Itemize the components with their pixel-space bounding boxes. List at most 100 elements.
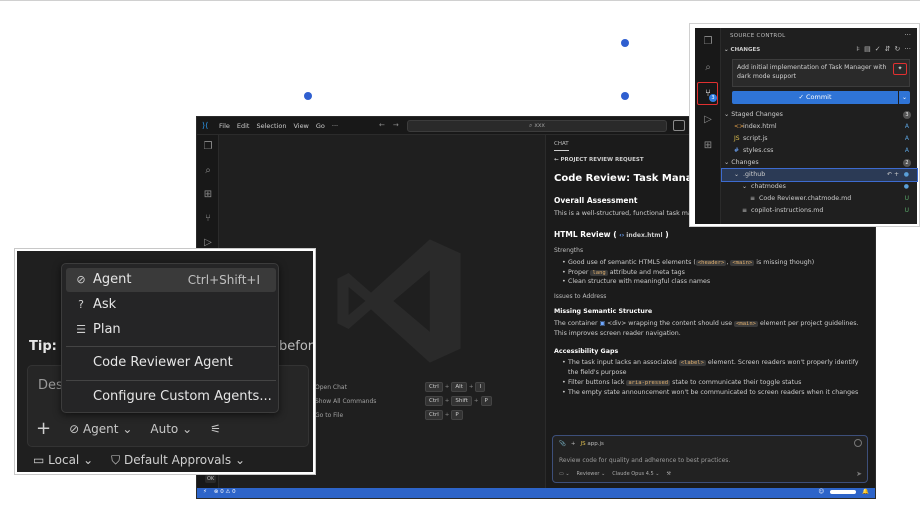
commit-check-icon[interactable]: ✓	[875, 45, 881, 53]
agent-menu-item-agent[interactable]: ⊘ Agent Ctrl+Shift+I	[66, 268, 276, 292]
change-tree-row[interactable]: ⌄ .github ↶ + ●	[721, 168, 918, 182]
staged-changes-header[interactable]: ⌄ Staged Changes 3	[722, 109, 917, 121]
settings-sliders-icon[interactable]: ⚟	[210, 422, 221, 436]
staged-file-row[interactable]: <>index.html A	[722, 121, 917, 133]
tree-entry: ≡ copilot-instructions.md	[742, 205, 823, 217]
menu-item[interactable]: File	[219, 122, 230, 130]
file-status: U	[904, 207, 909, 214]
attach-icon[interactable]: 📎	[559, 441, 566, 447]
mode-icon: ⊘	[76, 273, 86, 286]
chat-tab[interactable]: CHAT	[554, 141, 569, 151]
staged-file-row[interactable]: JS script.js A	[722, 133, 917, 145]
chat-back-label: PROJECT REVIEW REQUEST	[560, 157, 644, 163]
more-icon[interactable]: ···	[904, 45, 911, 53]
model-picker[interactable]: Claude Opus 4.5 ⌄	[612, 471, 659, 477]
local-picker[interactable]: ▭ Local ⌄	[33, 453, 93, 468]
menu-item-label: Code Reviewer Agent	[93, 355, 233, 370]
row-actions: ↶ +	[887, 171, 899, 178]
code-reference[interactable]: ▣ <div>	[600, 320, 627, 327]
approvals-picker[interactable]: ⛉ Default Approvals ⌄	[111, 453, 245, 468]
send-icon[interactable]: ➤	[856, 470, 862, 478]
search-icon[interactable]: ⌕	[702, 62, 714, 74]
auto-picker[interactable]: Auto ⌄	[150, 422, 192, 436]
commit-dropdown-icon[interactable]: ⌄	[899, 91, 910, 104]
change-tree-row[interactable]: ≡ copilot-instructions.md U	[722, 205, 917, 217]
commit-message-input[interactable]: Add initial implementation of Task Manag…	[732, 59, 910, 87]
key-cap: Shift	[451, 396, 472, 406]
problems-indicator[interactable]: ⊗ 0 ⚠ 0	[214, 489, 236, 495]
folder-chevron-icon: ⌄	[734, 171, 740, 178]
source-control-icon[interactable]: ⑂	[202, 213, 214, 225]
menu-item-label: Plan	[93, 322, 121, 337]
change-tree-row[interactable]: ≡ Code Reviewer.chatmode.md U	[722, 193, 917, 205]
tree-entry: ⌄ chatmodes	[742, 181, 786, 193]
file-status: A	[904, 123, 909, 130]
agent-menu-item-code-reviewer[interactable]: Code Reviewer Agent	[66, 351, 276, 375]
menu-item[interactable]: View	[293, 122, 308, 130]
menu-item[interactable]: Go	[316, 122, 325, 130]
file-reference[interactable]: ‹› index.html	[619, 232, 662, 239]
file-status: A	[904, 147, 909, 154]
explorer-icon[interactable]: ❐	[702, 36, 714, 48]
chat-input-box[interactable]: 📎 + JS app.js Review code for quality an…	[552, 435, 868, 483]
spark-icon[interactable]	[854, 439, 862, 447]
agent-menu-item-ask[interactable]: ? Ask	[66, 293, 276, 317]
chat-toggle-icon[interactable]	[673, 120, 685, 131]
menu-item[interactable]: Edit	[237, 122, 250, 130]
menu-item-label: Configure Custom Agents...	[93, 389, 272, 404]
add-icon[interactable]: +	[36, 418, 51, 439]
forward-arrow-icon[interactable]: →	[393, 121, 399, 129]
key-plus: +	[473, 398, 479, 404]
run-debug-icon[interactable]: ▷	[702, 114, 714, 126]
command-center[interactable]: ⌕ xxx	[407, 120, 667, 132]
context-file-chip[interactable]: JS app.js	[580, 441, 603, 447]
inline-code: <header>	[695, 259, 727, 266]
commit-message-text: Add initial implementation of Task Manag…	[737, 64, 887, 81]
generate-commit-message-icon[interactable]: ✦	[893, 63, 907, 75]
file-entry: # styles.css	[734, 145, 773, 157]
extensions-icon[interactable]: ⊞	[202, 189, 214, 201]
inline-code: <label>	[678, 360, 706, 367]
staged-file-row[interactable]: # styles.css A	[722, 145, 917, 157]
agent-footer: ▭ Local ⌄ ⛉ Default Approvals ⌄	[33, 453, 245, 468]
menu-separator	[66, 346, 276, 347]
a11y-item: Filter buttons lack aria-pressed state t…	[562, 378, 868, 388]
menu-item[interactable]: Selection	[256, 122, 286, 130]
tip-trailing-text: before	[279, 339, 313, 354]
menu-bar: File Edit Selection View Go ···	[219, 122, 338, 130]
context-file-name: app.js	[587, 441, 604, 447]
changes-list: ⌄ .github ↶ + ● ⌄ chatmodes ● ≡ Code Reviewer.ch…	[721, 168, 918, 217]
commit-button[interactable]: ✓ Commit	[732, 91, 898, 104]
view-as-tree-icon[interactable]: ▤	[864, 45, 871, 53]
agent-menu-item-plan[interactable]: ☰ Plan	[66, 318, 276, 342]
back-arrow-icon[interactable]: ←	[379, 121, 385, 129]
terminal-icon[interactable]: ▭ ⌄	[559, 471, 570, 477]
file-name: index.html	[743, 123, 777, 130]
search-icon[interactable]: ⌕	[202, 165, 214, 177]
changes-section-header[interactable]: ⌄ Changes 2	[722, 157, 917, 169]
file-status: A	[904, 135, 909, 142]
refresh-icon[interactable]: ↻	[894, 45, 900, 53]
pull-request-icon[interactable]: ⇵	[885, 45, 891, 53]
key-plus: +	[444, 412, 450, 418]
remote-icon[interactable]: ⚡	[203, 489, 207, 495]
tools-icon[interactable]: ⚒	[666, 471, 670, 477]
tree-name: chatmodes	[751, 183, 786, 190]
chat-back-link[interactable]: ← PROJECT REVIEW REQUEST	[554, 157, 644, 163]
more-actions-icon[interactable]: ···	[904, 31, 911, 39]
mode-picker[interactable]: Reviewer ⌄	[577, 471, 606, 477]
add-context-icon[interactable]: +	[571, 441, 576, 447]
notifications-icon[interactable]: 🔔	[862, 489, 869, 495]
agent-mode-picker[interactable]: ⊘ Agent ⌄	[69, 422, 132, 436]
file-entry: <>index.html	[734, 121, 777, 133]
strength-text: Proper	[568, 268, 591, 276]
extensions-icon[interactable]: ⊞	[702, 140, 714, 152]
copilot-icon[interactable]: ☺	[818, 489, 824, 495]
ok-badge: OK	[205, 475, 217, 483]
configure-custom-agents-item[interactable]: Configure Custom Agents...	[66, 385, 276, 409]
graph-icon[interactable]: ⊧	[856, 45, 860, 53]
explorer-icon[interactable]: ❐	[202, 141, 214, 153]
change-tree-row[interactable]: ⌄ chatmodes ●	[722, 181, 917, 193]
menu-item[interactable]: ···	[332, 122, 338, 130]
changes-header[interactable]: ⌄ CHANGES	[724, 47, 760, 53]
